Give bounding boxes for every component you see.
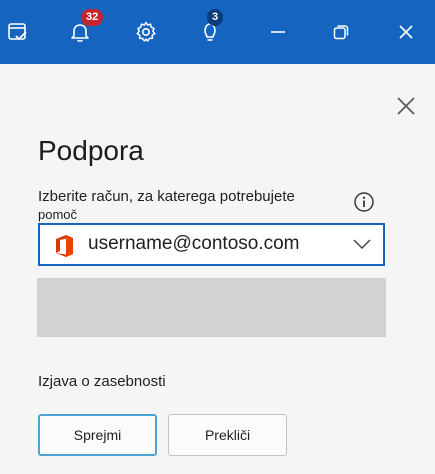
tips-badge: 3 (207, 9, 224, 26)
selected-account: username@contoso.com (88, 233, 300, 254)
tips-button[interactable]: 3 (183, 0, 237, 64)
notifications-button[interactable]: 32 (53, 0, 107, 64)
account-prompt-continued: pomoč (38, 207, 78, 222)
restore-button[interactable] (314, 0, 368, 64)
close-panel-button[interactable] (391, 91, 421, 121)
minimize-icon (271, 31, 285, 33)
gear-icon (136, 21, 156, 42)
content-placeholder (37, 278, 386, 337)
cancel-button[interactable]: Prekliči (168, 414, 287, 456)
close-icon (397, 97, 415, 115)
notifications-badge: 32 (81, 9, 104, 26)
close-window-button[interactable] (379, 0, 433, 64)
office-logo-icon (56, 235, 73, 257)
accept-button[interactable]: Sprejmi (38, 414, 157, 456)
close-icon (399, 25, 413, 39)
support-panel (0, 64, 435, 474)
account-dropdown[interactable]: username@contoso.com (38, 223, 385, 266)
page-title: Podpora (38, 135, 144, 166)
title-bar: 32 3 (0, 0, 435, 64)
info-button[interactable] (353, 191, 375, 213)
minimize-button[interactable] (251, 0, 305, 64)
settings-button[interactable] (119, 0, 173, 64)
chevron-down-icon (353, 239, 371, 250)
restore-icon (333, 25, 349, 40)
privacy-statement-link[interactable]: Izjava o zasebnosti (38, 373, 166, 390)
task-button[interactable] (0, 0, 45, 64)
info-icon (354, 192, 374, 212)
task-check-icon (8, 23, 27, 41)
account-prompt: Izberite račun, za katerega potrebujete (38, 188, 295, 205)
